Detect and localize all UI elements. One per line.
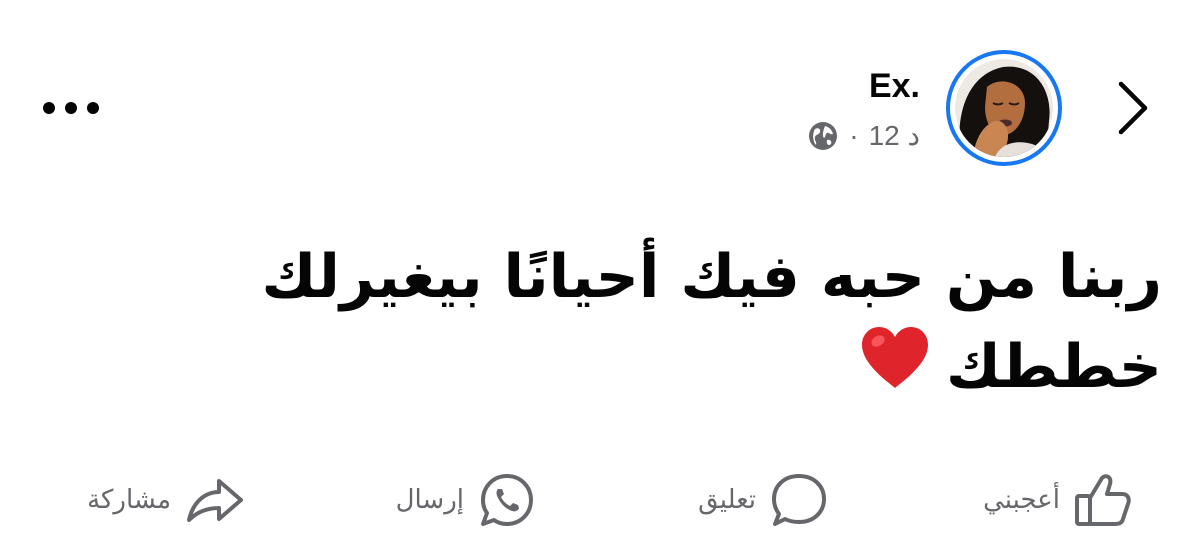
comment-bubble-icon [770, 472, 828, 528]
more-options-button[interactable] [36, 88, 106, 128]
share-arrow-icon [185, 472, 245, 528]
post-meta: · 12 د [807, 118, 920, 154]
back-button[interactable] [1108, 78, 1158, 138]
post-time[interactable]: 12 د [869, 118, 920, 154]
action-bar: أعجبني تعليق إرسال مشاركة [0, 465, 1200, 535]
comment-label: تعليق [698, 485, 756, 515]
post-text-line-1: ربنا من حبه فيك أحيانًا بيغيرلك [261, 242, 1162, 312]
like-label: أعجبني [983, 485, 1060, 515]
comment-button[interactable]: تعليق [698, 465, 828, 535]
share-button[interactable]: مشاركة [87, 465, 245, 535]
post-text-line-2: خططك [162, 322, 1162, 417]
globe-icon[interactable] [807, 120, 839, 152]
more-dots-icon [43, 102, 99, 114]
thumbs-up-icon [1074, 472, 1132, 528]
share-label: مشاركة [87, 485, 171, 515]
meta-separator: · [849, 120, 859, 151]
author-name[interactable]: Ex. [869, 66, 920, 106]
red-heart-icon [858, 324, 932, 417]
avatar[interactable] [946, 50, 1062, 166]
chevron-right-icon [1118, 81, 1148, 135]
whatsapp-icon [478, 472, 536, 528]
post-text: ربنا من حبه فيك أحيانًا بيغيرلك خططك [162, 232, 1162, 417]
post-text-line-2-text: خططك [945, 332, 1162, 402]
send-button[interactable]: إرسال [396, 465, 536, 535]
avatar-image [955, 59, 1053, 157]
like-button[interactable]: أعجبني [983, 465, 1132, 535]
send-label: إرسال [395, 485, 464, 515]
